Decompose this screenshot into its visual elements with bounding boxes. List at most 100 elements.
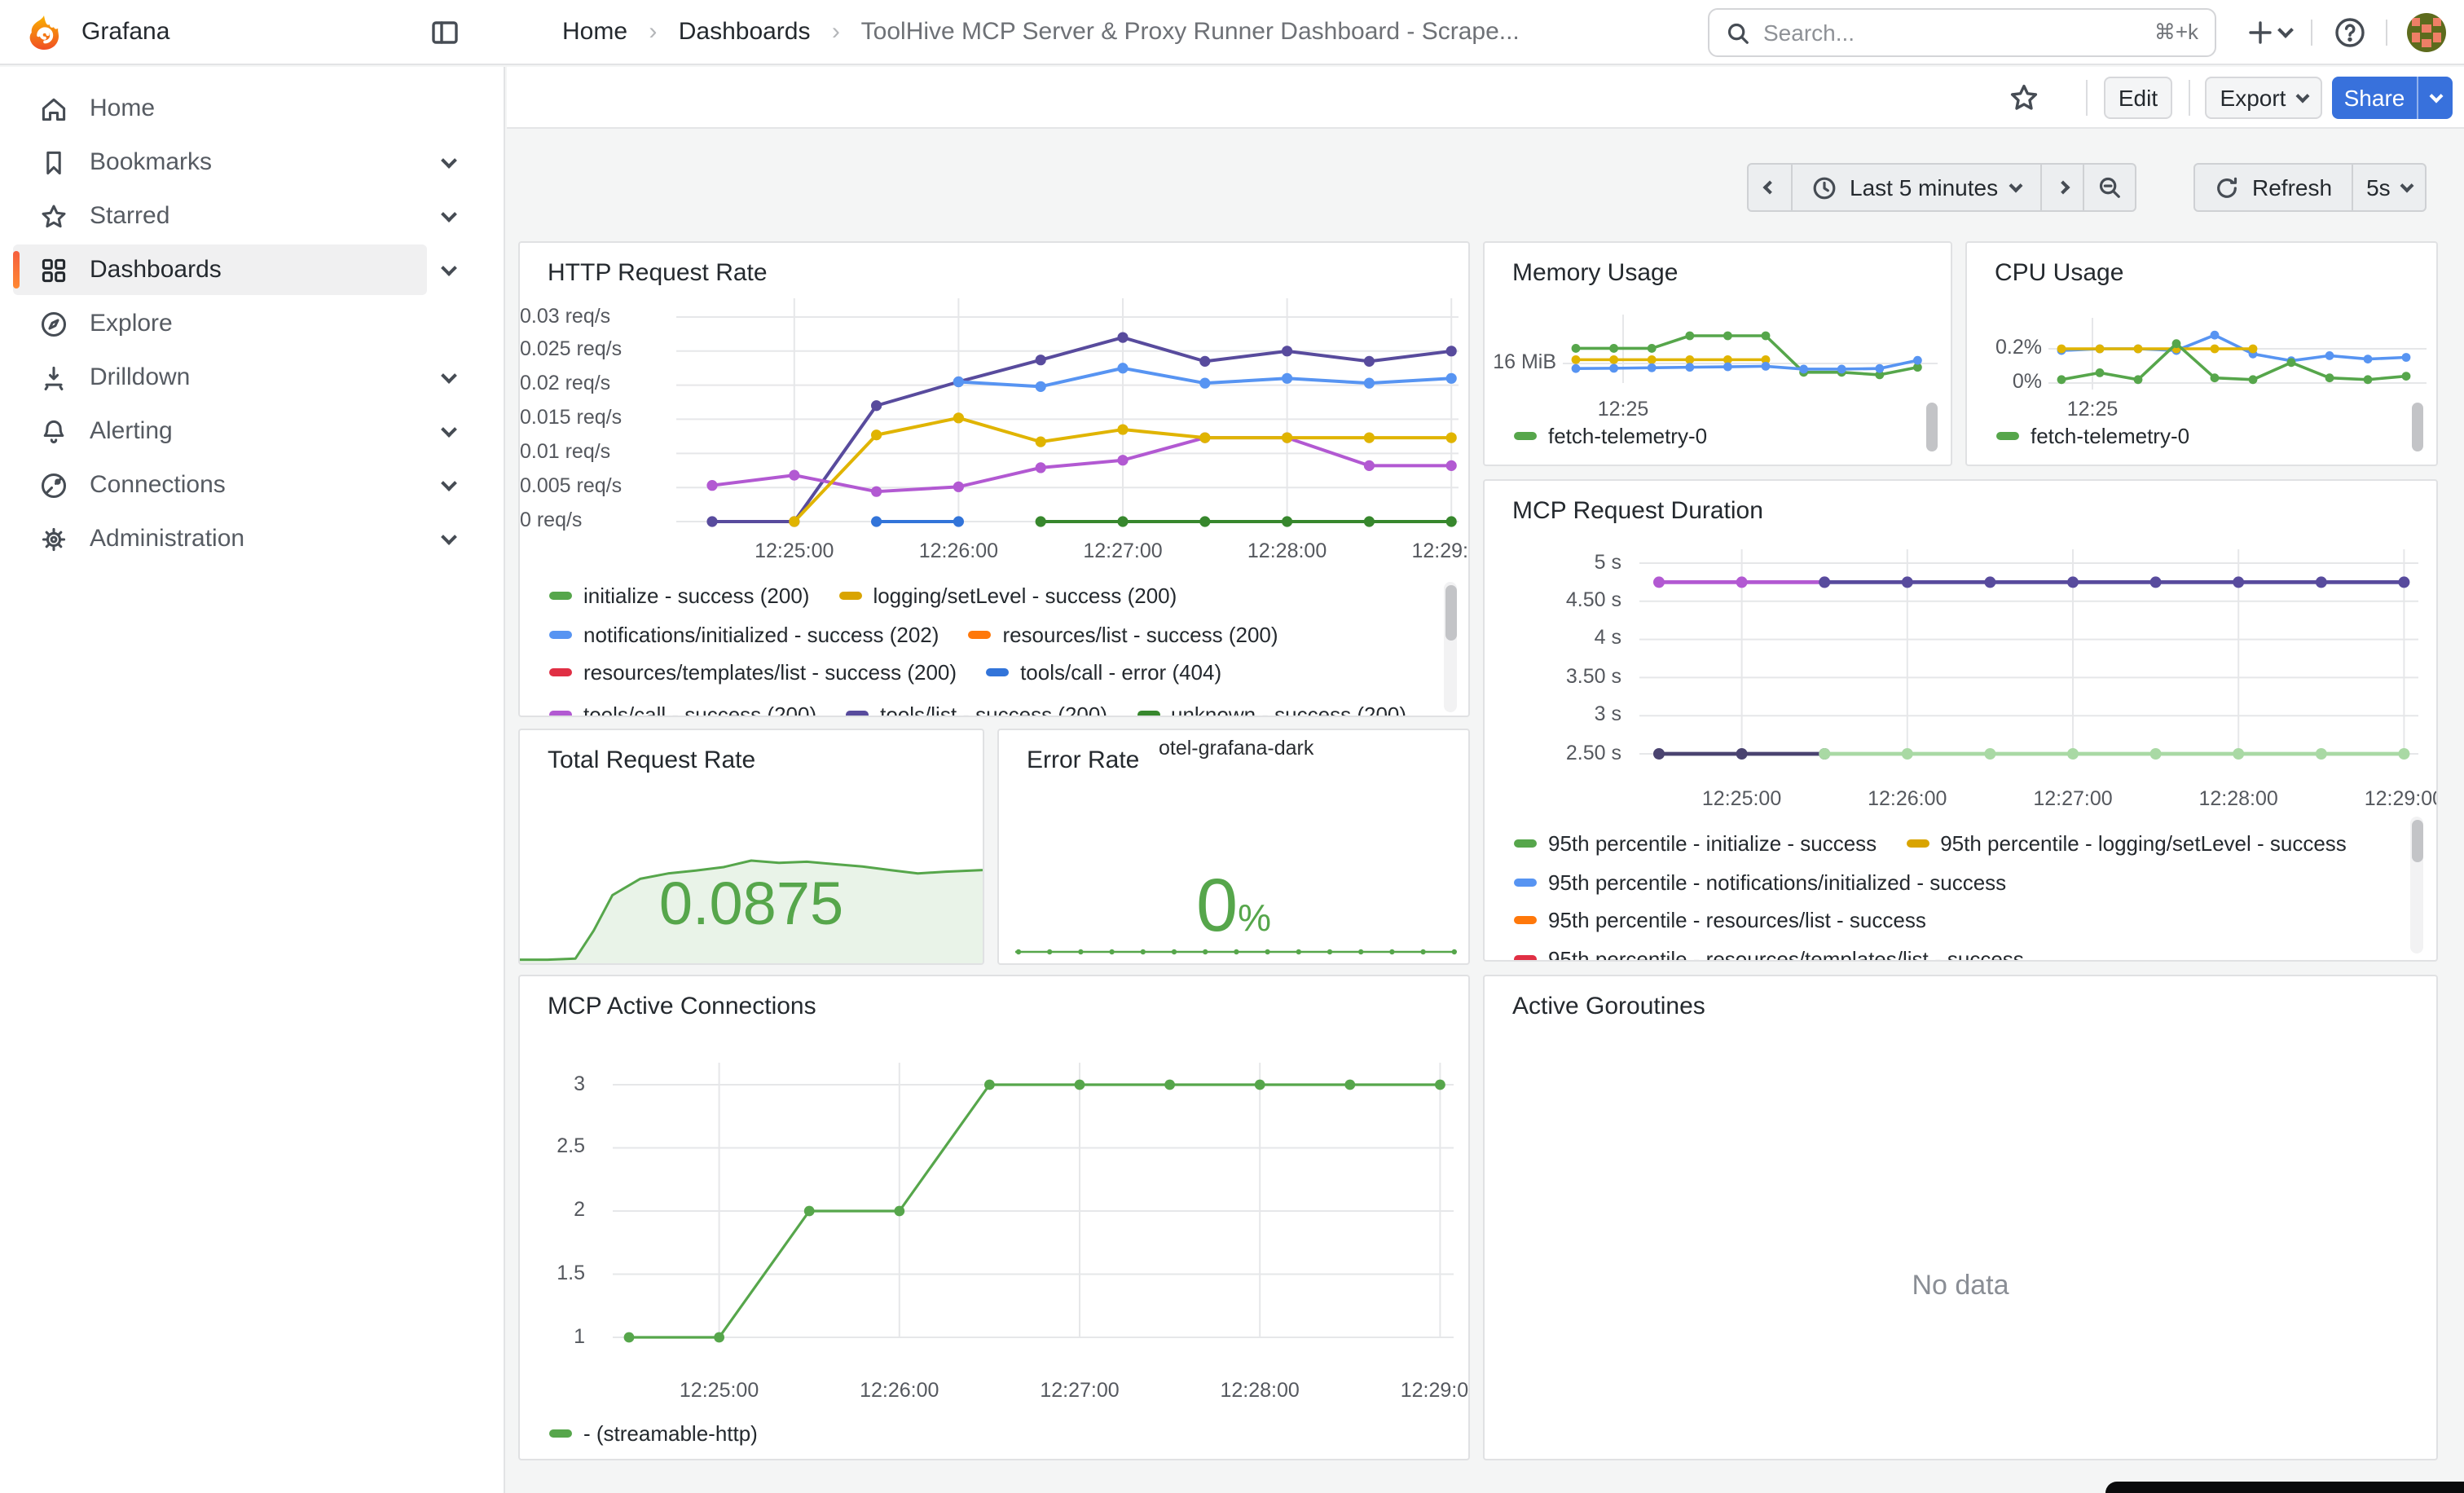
chevron-down-icon[interactable] [441, 421, 457, 438]
memory-usage-chart[interactable] [1563, 311, 1938, 386]
search-shortcut: ⌘+k [2154, 20, 2198, 46]
refresh-label: Refresh [2252, 174, 2332, 200]
breadcrumb: Home › Dashboards › ToolHive MCP Server … [562, 0, 1520, 65]
breadcrumb-separator: › [832, 18, 840, 46]
legend-scrollbar-thumb[interactable] [2412, 403, 2423, 451]
legend-item[interactable]: notifications/initialized - success (202… [549, 622, 939, 646]
time-range-label: Last 5 minutes [1850, 174, 1998, 200]
divider [2189, 80, 2190, 116]
sidebar-item-label: Administration [90, 525, 244, 553]
panel-title: Error Rate [1027, 746, 1139, 774]
divider [2311, 20, 2312, 46]
legend-row-clipped: tools/call - success (200) tools/list - … [549, 701, 1432, 717]
time-range-picker[interactable]: Last 5 minutes [1791, 165, 2040, 210]
grafana-logo-icon[interactable] [24, 13, 64, 52]
dashboard-toolbar: Edit Export Share [507, 67, 2464, 129]
drilldown-icon [39, 363, 68, 392]
legend-scrollbar-thumb[interactable] [1926, 403, 1938, 451]
legend-item[interactable]: logging/setLevel - success (200) [838, 583, 1177, 607]
x-axis-label: 12:25 [2052, 398, 2133, 421]
export-button-label: Export [2220, 85, 2286, 111]
legend-item[interactable]: 95th percentile - logging/setLevel - suc… [1906, 830, 2347, 855]
share-button[interactable]: Share [2332, 77, 2417, 119]
active-indicator [13, 251, 20, 288]
breadcrumb-home[interactable]: Home [562, 18, 627, 46]
chevron-down-icon[interactable] [441, 206, 457, 222]
legend-row: 95th percentile - initialize - success 9… [1514, 830, 2400, 856]
sidebar-item-drilldown[interactable]: Drilldown [13, 352, 427, 403]
help-icon[interactable] [2334, 16, 2366, 49]
favorite-star-icon[interactable] [2008, 81, 2040, 114]
legend-item[interactable]: 95th percentile - notifications/initiali… [1514, 870, 2006, 894]
legend-item[interactable]: tools/call - success (200) [549, 702, 816, 717]
legend-item[interactable]: resources/templates/list - success (200) [549, 659, 957, 684]
search-input[interactable]: Search... ⌘+k [1708, 8, 2216, 57]
legend-item[interactable]: fetch-telemetry-0 [1996, 423, 2189, 447]
sidebar-item-bookmarks[interactable]: Bookmarks [13, 137, 427, 187]
share-dropdown-button[interactable] [2417, 77, 2453, 119]
grafana-app: Grafana Home › Dashboards › ToolHive MCP… [0, 0, 2464, 1493]
legend-row: resources/templates/list - success (200)… [549, 658, 1432, 685]
time-back-button[interactable] [1749, 165, 1791, 210]
edit-button-label: Edit [2119, 85, 2158, 111]
breadcrumb-dashboards[interactable]: Dashboards [679, 18, 811, 46]
legend-row: 95th percentile - notifications/initiali… [1514, 869, 2400, 895]
refresh-interval-label: 5s [2366, 174, 2391, 200]
legend-item[interactable]: unknown - success (200) [1137, 702, 1406, 717]
refresh-button[interactable]: Refresh [2195, 165, 2352, 210]
http-request-rate-chart[interactable] [676, 288, 1459, 549]
sidebar-item-dashboards[interactable]: Dashboards [13, 244, 427, 295]
chevron-down-icon[interactable] [441, 529, 457, 545]
add-button[interactable] [2244, 16, 2277, 49]
legend-item[interactable]: 95th percentile - initialize - success [1514, 830, 1877, 855]
edit-button[interactable]: Edit [2104, 77, 2172, 119]
chevron-down-icon [2009, 178, 2023, 192]
mcp-request-duration-chart[interactable] [1639, 540, 2418, 784]
legend-item[interactable]: fetch-telemetry-0 [1514, 423, 1707, 447]
chevron-down-icon[interactable] [441, 152, 457, 169]
no-data-message: No data [1485, 1270, 2436, 1302]
legend-row: notifications/initialized - success (202… [549, 621, 1432, 647]
legend-scrollbar-thumb[interactable] [2411, 820, 2422, 862]
legend-item[interactable]: tools/list - success (200) [846, 702, 1107, 717]
sidebar-item-starred[interactable]: Starred [13, 191, 427, 241]
legend-item[interactable]: 95th percentile - resources/templates/li… [1514, 946, 2024, 962]
share-button-label: Share [2344, 85, 2405, 111]
sidebar-item-label: Connections [90, 471, 226, 499]
user-avatar[interactable] [2407, 13, 2446, 52]
export-button[interactable]: Export [2205, 77, 2322, 119]
legend-item[interactable]: tools/call - error (404) [986, 659, 1221, 684]
add-chevron-down-icon[interactable] [2277, 22, 2294, 38]
time-forward-button[interactable] [2040, 165, 2083, 210]
bell-icon [39, 416, 68, 446]
legend-scrollbar-thumb[interactable] [1445, 585, 1456, 641]
chevron-down-icon[interactable] [441, 475, 457, 491]
refresh-controls: Refresh 5s [2193, 163, 2427, 212]
zoom-out-button[interactable] [2083, 165, 2135, 210]
time-controls: Last 5 minutes [1747, 163, 2136, 212]
sidebar-item-connections[interactable]: Connections [13, 460, 427, 510]
sidebar-item-home[interactable]: Home [13, 83, 427, 134]
legend-item[interactable]: - (streamable-http) [549, 1420, 758, 1445]
refresh-interval-picker[interactable]: 5s [2352, 165, 2425, 210]
chevron-down-icon[interactable] [441, 260, 457, 276]
top-bar: Grafana Home › Dashboards › ToolHive MCP… [0, 0, 2464, 65]
breadcrumb-current: ToolHive MCP Server & Proxy Runner Dashb… [861, 18, 1520, 46]
divider [2386, 20, 2387, 46]
y-axis-label: 0.2% [1967, 336, 2042, 360]
legend-item[interactable]: initialize - success (200) [549, 583, 809, 607]
sidebar-item-label: Home [90, 95, 155, 122]
cpu-usage-chart[interactable] [2048, 315, 2427, 393]
sidebar-item-label: Starred [90, 202, 169, 230]
chevron-down-icon[interactable] [441, 368, 457, 384]
search-placeholder: Search... [1763, 20, 2154, 46]
stat-value: 0.0875 [520, 870, 983, 939]
collapse-menu-icon[interactable] [430, 18, 460, 47]
sidebar-item-alerting[interactable]: Alerting [13, 406, 427, 456]
sidebar-item-administration[interactable]: Administration [13, 513, 427, 564]
legend-row: fetch-telemetry-0 [1996, 422, 2400, 448]
legend-item[interactable]: resources/list - success (200) [968, 622, 1278, 646]
mcp-active-connections-chart[interactable] [613, 1053, 1454, 1350]
sidebar-item-explore[interactable]: Explore [13, 298, 427, 349]
legend-item[interactable]: 95th percentile - resources/list - succe… [1514, 907, 1926, 931]
